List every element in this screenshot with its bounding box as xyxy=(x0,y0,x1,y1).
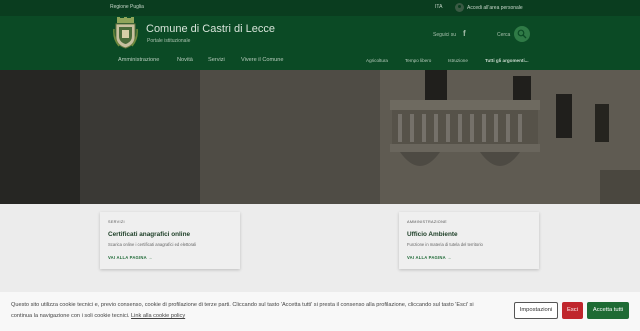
nav-topic-tempo-libero[interactable]: Tempo libero xyxy=(405,58,431,63)
cookie-accept-all-button[interactable]: Accetta tutti xyxy=(587,302,629,319)
user-icon xyxy=(455,3,464,12)
nav-item-servizi[interactable]: Servizi xyxy=(208,57,225,63)
cookie-message: Questo sito utilizza cookie tecnici e, p… xyxy=(11,302,474,308)
site-subtitle: Portale istituzionale xyxy=(147,38,191,44)
cookie-message-text: continua la navigazione con i soli cooki… xyxy=(11,313,132,319)
service-card[interactable]: AMMINISTRAZIONE Ufficio Ambiente Funzion… xyxy=(399,212,539,269)
nav-all-topics[interactable]: Tutti gli argomenti... xyxy=(485,58,529,63)
search-button[interactable] xyxy=(514,26,530,42)
cookie-settings-button[interactable]: Impostazioni xyxy=(514,302,558,319)
card-link[interactable]: VAI ALLA PAGINA → xyxy=(407,255,451,260)
cookie-policy-link[interactable]: Link alla cookie policy xyxy=(131,313,185,319)
arrow-right-icon: → xyxy=(148,255,153,260)
cookie-exit-button[interactable]: Esci xyxy=(562,302,583,319)
slim-header: Regione Puglia ITA Accedi all'area perso… xyxy=(0,0,640,16)
card-title[interactable]: Certificati anagrafici online xyxy=(108,231,190,238)
nav-topic-istruzione[interactable]: Istruzione xyxy=(448,58,468,63)
login-button[interactable]: Accedi all'area personale xyxy=(455,3,523,12)
region-link[interactable]: Regione Puglia xyxy=(110,4,144,10)
card-category: SERVIZI xyxy=(108,220,125,224)
language-selector[interactable]: ITA xyxy=(435,4,442,10)
search-icon xyxy=(517,29,527,39)
site-title[interactable]: Comune di Castri di Lecce xyxy=(146,23,275,35)
nav-topic-agricoltura[interactable]: Agricoltura xyxy=(366,58,388,63)
card-description: Scarica online i certificati anagrafici … xyxy=(108,242,197,247)
hero-building-photo xyxy=(0,70,640,204)
card-description: Funzione in materia di tutela del territ… xyxy=(407,242,483,247)
municipality-crest-icon[interactable] xyxy=(113,17,138,49)
hero-image xyxy=(0,70,640,204)
card-link[interactable]: VAI ALLA PAGINA → xyxy=(108,255,152,260)
nav-item-novita[interactable]: Novità xyxy=(177,57,193,63)
arrow-right-icon: → xyxy=(447,255,452,260)
card-link-label: VAI ALLA PAGINA xyxy=(108,255,147,260)
facebook-icon[interactable]: f xyxy=(463,29,466,38)
social-follow-label: Seguici su xyxy=(433,32,457,38)
service-card[interactable]: SERVIZI Certificati anagrafici online Sc… xyxy=(100,212,240,269)
login-label: Accedi all'area personale xyxy=(467,4,523,11)
center-header: Comune di Castri di Lecce Portale istitu… xyxy=(0,16,640,52)
card-link-label: VAI ALLA PAGINA xyxy=(407,255,446,260)
card-category: AMMINISTRAZIONE xyxy=(407,220,447,224)
cookie-message-continued: continua la navigazione con i soli cooki… xyxy=(11,313,185,319)
nav-item-amministrazione[interactable]: Amministrazione xyxy=(118,57,159,63)
main-navigation: Amministrazione Novità Servizi Vivere il… xyxy=(0,52,640,70)
search-label: Cerca xyxy=(497,32,511,38)
card-title[interactable]: Ufficio Ambiente xyxy=(407,231,458,238)
nav-item-vivere-il-comune[interactable]: Vivere il Comune xyxy=(241,57,284,63)
